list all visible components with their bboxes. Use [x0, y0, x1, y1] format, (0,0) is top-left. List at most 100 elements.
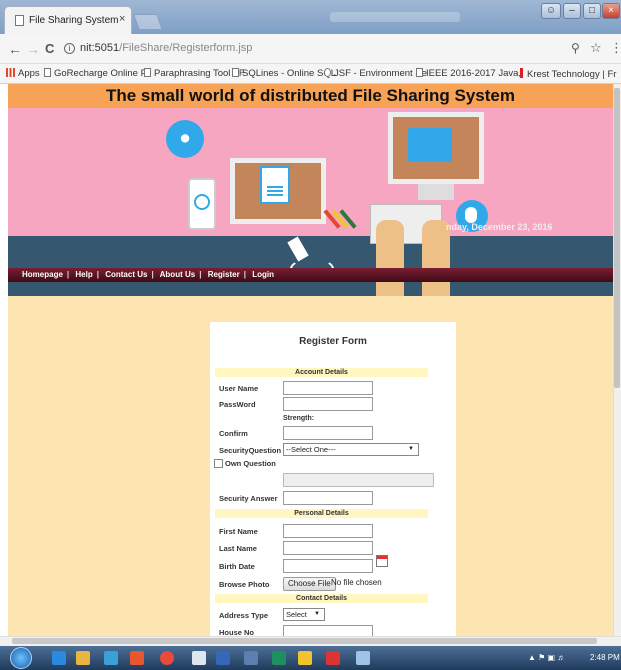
back-button[interactable]: ← [8, 41, 22, 57]
explorer-icon[interactable] [76, 651, 90, 665]
dropdown-caret-icon: ▼ [408, 446, 414, 452]
nav-homepage[interactable]: Homepage [22, 270, 63, 279]
zoom-icon[interactable]: ⚲ [571, 41, 580, 55]
new-tab-button[interactable] [133, 14, 163, 30]
app-icon[interactable] [104, 651, 118, 665]
site-title: The small world of distributed File Shar… [8, 84, 613, 108]
label-user-name: User Name [219, 384, 259, 393]
chrome-icon[interactable] [160, 651, 174, 665]
page-content: The small world of distributed File Shar… [8, 84, 613, 636]
confirm-password-input[interactable] [283, 426, 373, 440]
label-security-question: SecurityQuestion [219, 446, 282, 455]
security-answer-input[interactable] [283, 491, 373, 505]
user-icon[interactable]: ☺ [541, 3, 561, 19]
start-button[interactable] [10, 647, 32, 669]
label-security-answer: Security Answer [219, 494, 278, 503]
ie-icon[interactable] [52, 651, 66, 665]
vertical-scrollbar-thumb[interactable] [614, 88, 620, 388]
app-icon[interactable] [326, 651, 340, 665]
last-name-input[interactable] [283, 541, 373, 555]
url-host: nit:5051 [80, 42, 120, 54]
bookmarks-bar: Apps GoRecharge Online P Paraphrasing To… [0, 64, 621, 84]
tab-close-icon[interactable]: × [119, 13, 125, 25]
section-personal-details: Personal Details [215, 509, 428, 518]
document-icon [44, 68, 51, 77]
bookmark-sqlines[interactable]: SQLines - Online SQL [232, 68, 336, 79]
label-house-no: House No [219, 628, 255, 636]
minimize-button[interactable]: – [563, 3, 581, 19]
windows-taskbar: ▲ ⚑ ▣ ♬ 2:48 PM [0, 646, 621, 670]
calendar-icon[interactable] [376, 555, 388, 567]
label-birth-date: Birth Date [219, 562, 255, 571]
form-title: Register Form [299, 336, 367, 347]
system-tray-icons[interactable]: ▲ ⚑ ▣ ♬ [528, 653, 565, 662]
bookmark-star-icon[interactable]: ☆ [590, 40, 602, 56]
monitor-stand [418, 184, 454, 200]
bookmark-gorecharge[interactable]: GoRecharge Online P [44, 68, 147, 79]
apps-grid-icon [6, 68, 15, 77]
info-icon[interactable]: i [64, 43, 75, 54]
own-question-input[interactable] [283, 473, 434, 487]
app-icon[interactable] [298, 651, 312, 665]
maximize-button[interactable]: □ [583, 3, 601, 19]
url-field[interactable]: nit:5051/FileShare/Registerform.jsp [80, 42, 252, 54]
bookmark-apps[interactable]: Apps [6, 68, 40, 79]
app-icon[interactable] [192, 651, 206, 665]
nav-login[interactable]: Login [252, 270, 274, 279]
krest-logo-icon [520, 68, 523, 78]
register-form: Register Form Account Details User Name … [210, 322, 456, 636]
section-contact-details: Contact Details [215, 594, 428, 603]
date-display: nday, December 23, 2016 [446, 222, 553, 232]
browser-tab[interactable]: File Sharing System × [4, 6, 132, 34]
nav-contact-us[interactable]: Contact Us [105, 270, 147, 279]
document-icon [416, 68, 423, 77]
label-own-question: Own Question [225, 459, 276, 468]
bookmark-ieee[interactable]: IEEE 2016-2017 Java,I [416, 68, 524, 79]
folder-icon [408, 128, 452, 162]
horizontal-scrollbar-thumb[interactable] [12, 638, 597, 644]
nav-about-us[interactable]: About Us [160, 270, 196, 279]
media-icon[interactable] [130, 651, 144, 665]
label-confirm: Confirm [219, 429, 248, 438]
taskbar-clock: 2:48 PM [590, 653, 620, 662]
label-browse-photo: Browse Photo [219, 580, 270, 589]
document-icon [15, 15, 24, 26]
hand-illustration [376, 220, 404, 296]
user-name-input[interactable] [283, 381, 373, 395]
no-file-text: No file chosen [331, 578, 382, 587]
label-first-name: First Name [219, 527, 258, 536]
file-icon [260, 166, 290, 204]
house-no-input[interactable] [283, 625, 373, 636]
label-address-type: Address Type [219, 611, 269, 620]
reload-button[interactable]: C [45, 41, 54, 56]
dropdown-caret-icon: ▼ [314, 611, 320, 617]
forward-button[interactable]: → [26, 41, 40, 57]
lock-icon: ⚫ [166, 120, 204, 158]
bookmark-krest[interactable]: Krest Technology | Fr [520, 68, 616, 80]
label-password: PassWord [219, 400, 256, 409]
url-path: /FileShare/Registerform.jsp [119, 42, 253, 54]
first-name-input[interactable] [283, 524, 373, 538]
globe-icon [324, 68, 331, 77]
choose-file-button[interactable]: Choose File [283, 577, 336, 591]
bookmark-paraphrasing[interactable]: Paraphrasing Tool - F [144, 68, 245, 79]
nav-register[interactable]: Register [208, 270, 240, 279]
password-input[interactable] [283, 397, 373, 411]
security-question-select[interactable]: --Select One--- ▼ [283, 443, 419, 456]
bookmark-jsf[interactable]: JSF - Environment Se [324, 68, 427, 79]
nav-help[interactable]: Help [75, 270, 92, 279]
app-icon[interactable] [216, 651, 230, 665]
app-icon[interactable] [244, 651, 258, 665]
document-icon [232, 68, 239, 77]
birth-date-input[interactable] [283, 559, 373, 573]
label-last-name: Last Name [219, 544, 257, 553]
address-type-select[interactable]: Select ▼ [283, 608, 325, 621]
document-icon [144, 68, 151, 77]
app-icon[interactable] [272, 651, 286, 665]
menu-icon[interactable]: ⋮ [610, 40, 621, 56]
blurred-window-title [330, 12, 460, 22]
main-nav: Homepage | Help | Contact Us | About Us | Re… [8, 268, 613, 282]
own-question-checkbox[interactable] [214, 459, 223, 468]
close-window-button[interactable]: × [602, 3, 620, 19]
app-icon[interactable] [356, 651, 370, 665]
